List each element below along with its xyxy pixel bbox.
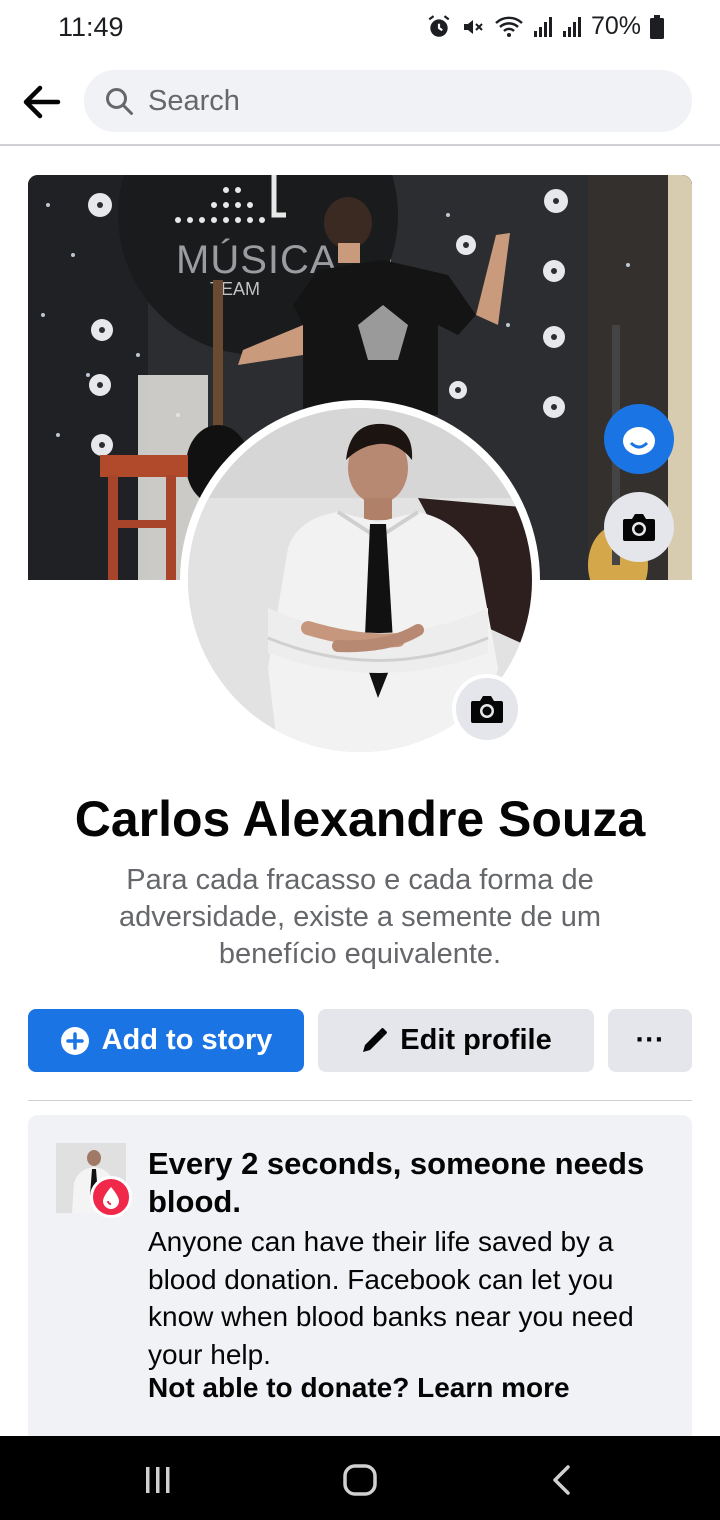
avatar-button[interactable]: [604, 404, 674, 474]
blood-drop-icon: [90, 1176, 132, 1218]
arrow-left-icon: [23, 85, 61, 119]
signal-icon: [562, 16, 581, 37]
edit-profile-label: Edit profile: [400, 1024, 552, 1056]
camera-icon: [623, 514, 655, 541]
avatar-icon: [623, 427, 655, 455]
status-time: 11:49: [58, 12, 124, 42]
section-divider: [28, 1100, 692, 1101]
wifi-icon: [495, 16, 523, 37]
battery-percentage: 70%: [590, 12, 641, 40]
back-button[interactable]: [18, 78, 66, 126]
recent-apps-icon: [146, 1467, 170, 1493]
profile-name: Carlos Alexandre Souza: [74, 791, 646, 847]
blood-donation-card[interactable]: Every 2 seconds, someone needs blood. An…: [28, 1115, 692, 1455]
learn-more-link[interactable]: Not able to donate? Learn more: [148, 1372, 668, 1404]
back-icon: [553, 1465, 570, 1495]
home-button[interactable]: [338, 1458, 382, 1502]
card-body: Anyone can have their life saved by a bl…: [148, 1226, 634, 1370]
camera-icon: [471, 696, 503, 723]
search-bar[interactable]: [84, 70, 692, 132]
card-title: Every 2 seconds, someone needs blood.: [148, 1146, 645, 1219]
edit-profile-picture-button[interactable]: [452, 674, 522, 744]
edit-cover-button[interactable]: [604, 492, 674, 562]
search-input[interactable]: [148, 84, 628, 118]
home-icon: [343, 1464, 377, 1496]
battery-icon: [650, 14, 664, 39]
pencil-icon: [360, 1027, 388, 1055]
recent-apps-button[interactable]: [136, 1458, 180, 1502]
signal-icon: [533, 16, 552, 37]
system-nav-bar: [0, 1436, 720, 1520]
mute-icon: [463, 19, 483, 34]
add-to-story-button[interactable]: Add to story: [28, 1009, 304, 1072]
plus-circle-icon: [60, 1026, 90, 1056]
status-icons: 70%: [426, 12, 664, 41]
profile-page: 11:49 70% Search MÚSICA TEAM Carlos Alex…: [0, 0, 720, 1520]
alarm-icon: [428, 14, 450, 37]
magnifier-icon: [106, 88, 133, 115]
more-options-button[interactable]: ···: [608, 1009, 692, 1072]
status-bar: 11:49 70%: [0, 0, 720, 58]
more-options-label: ···: [635, 1024, 665, 1056]
system-back-button[interactable]: [540, 1458, 584, 1502]
add-to-story-label: Add to story: [101, 1024, 273, 1056]
profile-bio: Para cada fracasso e cada forma de adver…: [119, 864, 601, 970]
search-header: [0, 58, 720, 146]
cover-sign-text: MÚSICA: [176, 237, 338, 282]
edit-profile-button[interactable]: Edit profile: [318, 1009, 594, 1072]
